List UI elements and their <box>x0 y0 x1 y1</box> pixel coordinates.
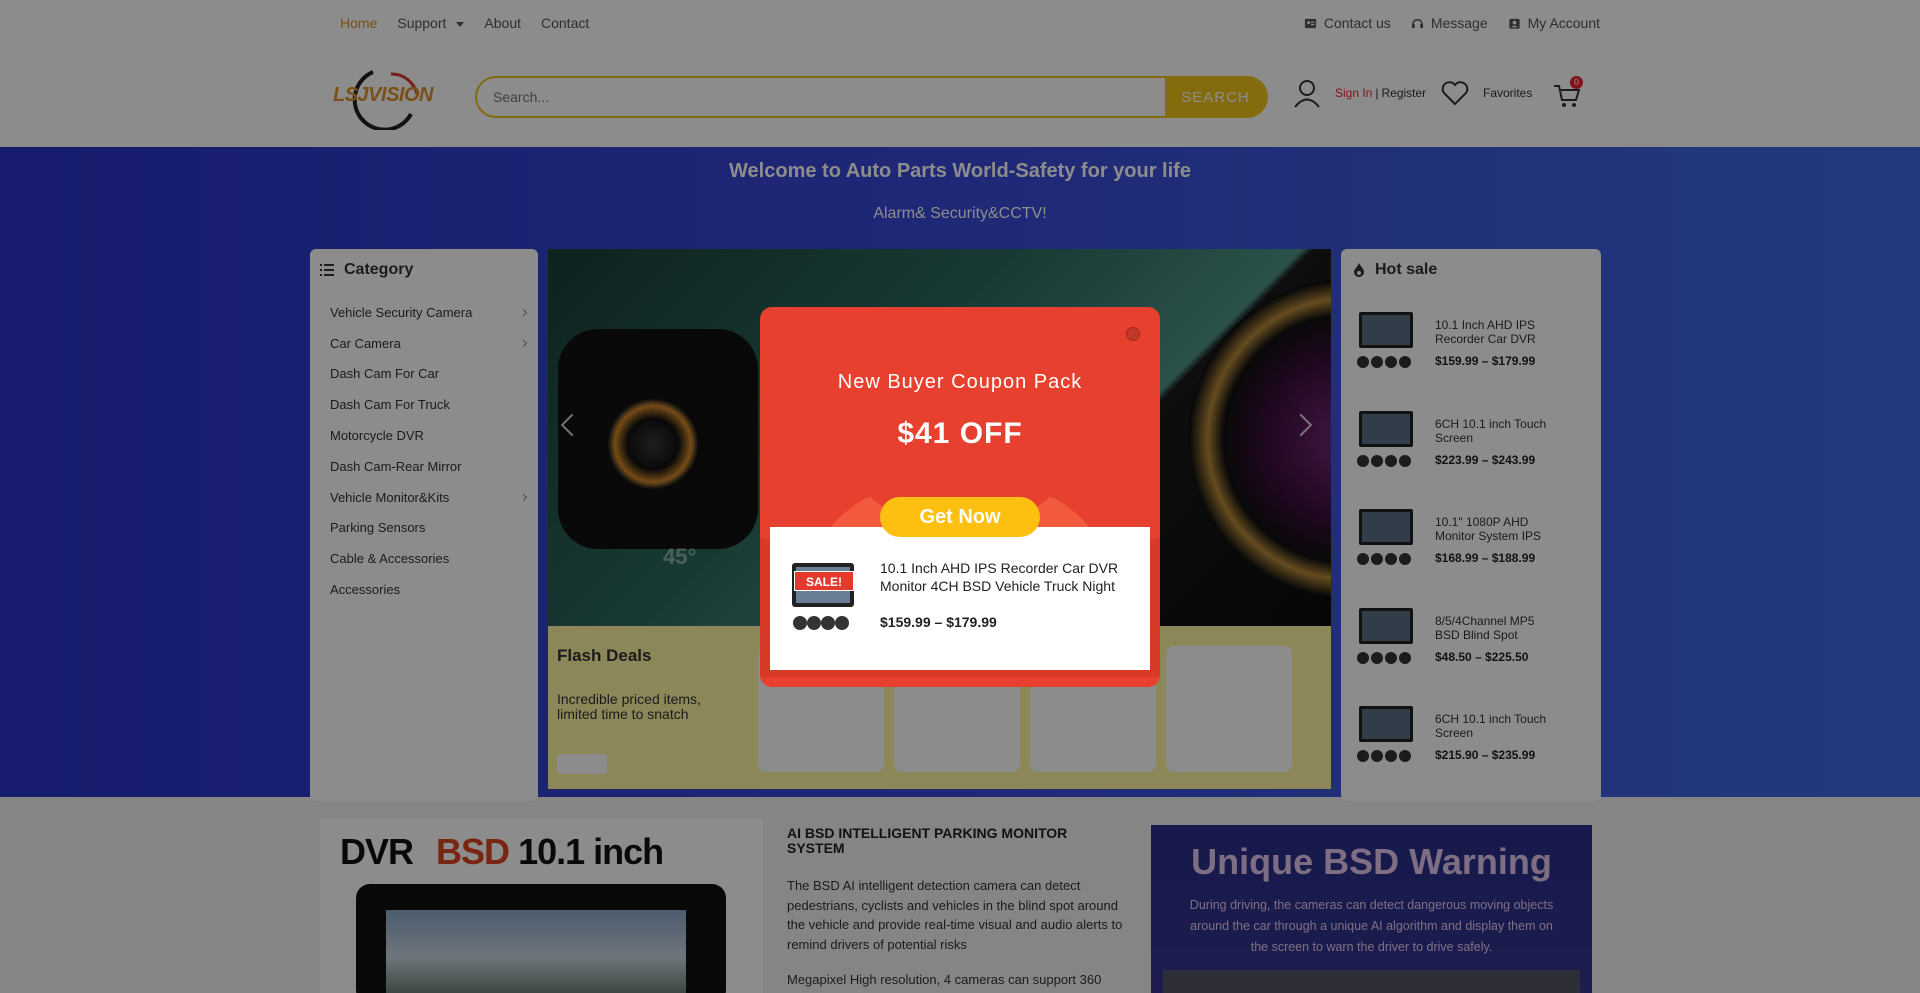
coupon-product-price: $159.99 – $179.99 <box>880 614 997 630</box>
coupon-title: New Buyer Coupon Pack <box>837 371 1083 393</box>
price-from: $159.99 <box>880 614 931 630</box>
coupon-modal: New Buyer Coupon Pack $41 OFF Get Now SA… <box>760 307 1160 687</box>
coupon-product-name: 10.1 Inch AHD IPS Recorder Car DVR Monit… <box>880 560 1119 594</box>
sale-badge: SALE! <box>794 571 854 591</box>
price-dash: – <box>934 614 943 630</box>
coupon-product-card[interactable]: SALE! 10.1 Inch AHD IPS Recorder Car DVR… <box>770 527 1150 670</box>
get-now-button[interactable]: Get Now <box>880 497 1040 537</box>
coupon-amount: $41 OFF <box>897 417 1023 450</box>
price-to: $179.99 <box>946 614 997 630</box>
close-icon[interactable] <box>1126 327 1140 341</box>
